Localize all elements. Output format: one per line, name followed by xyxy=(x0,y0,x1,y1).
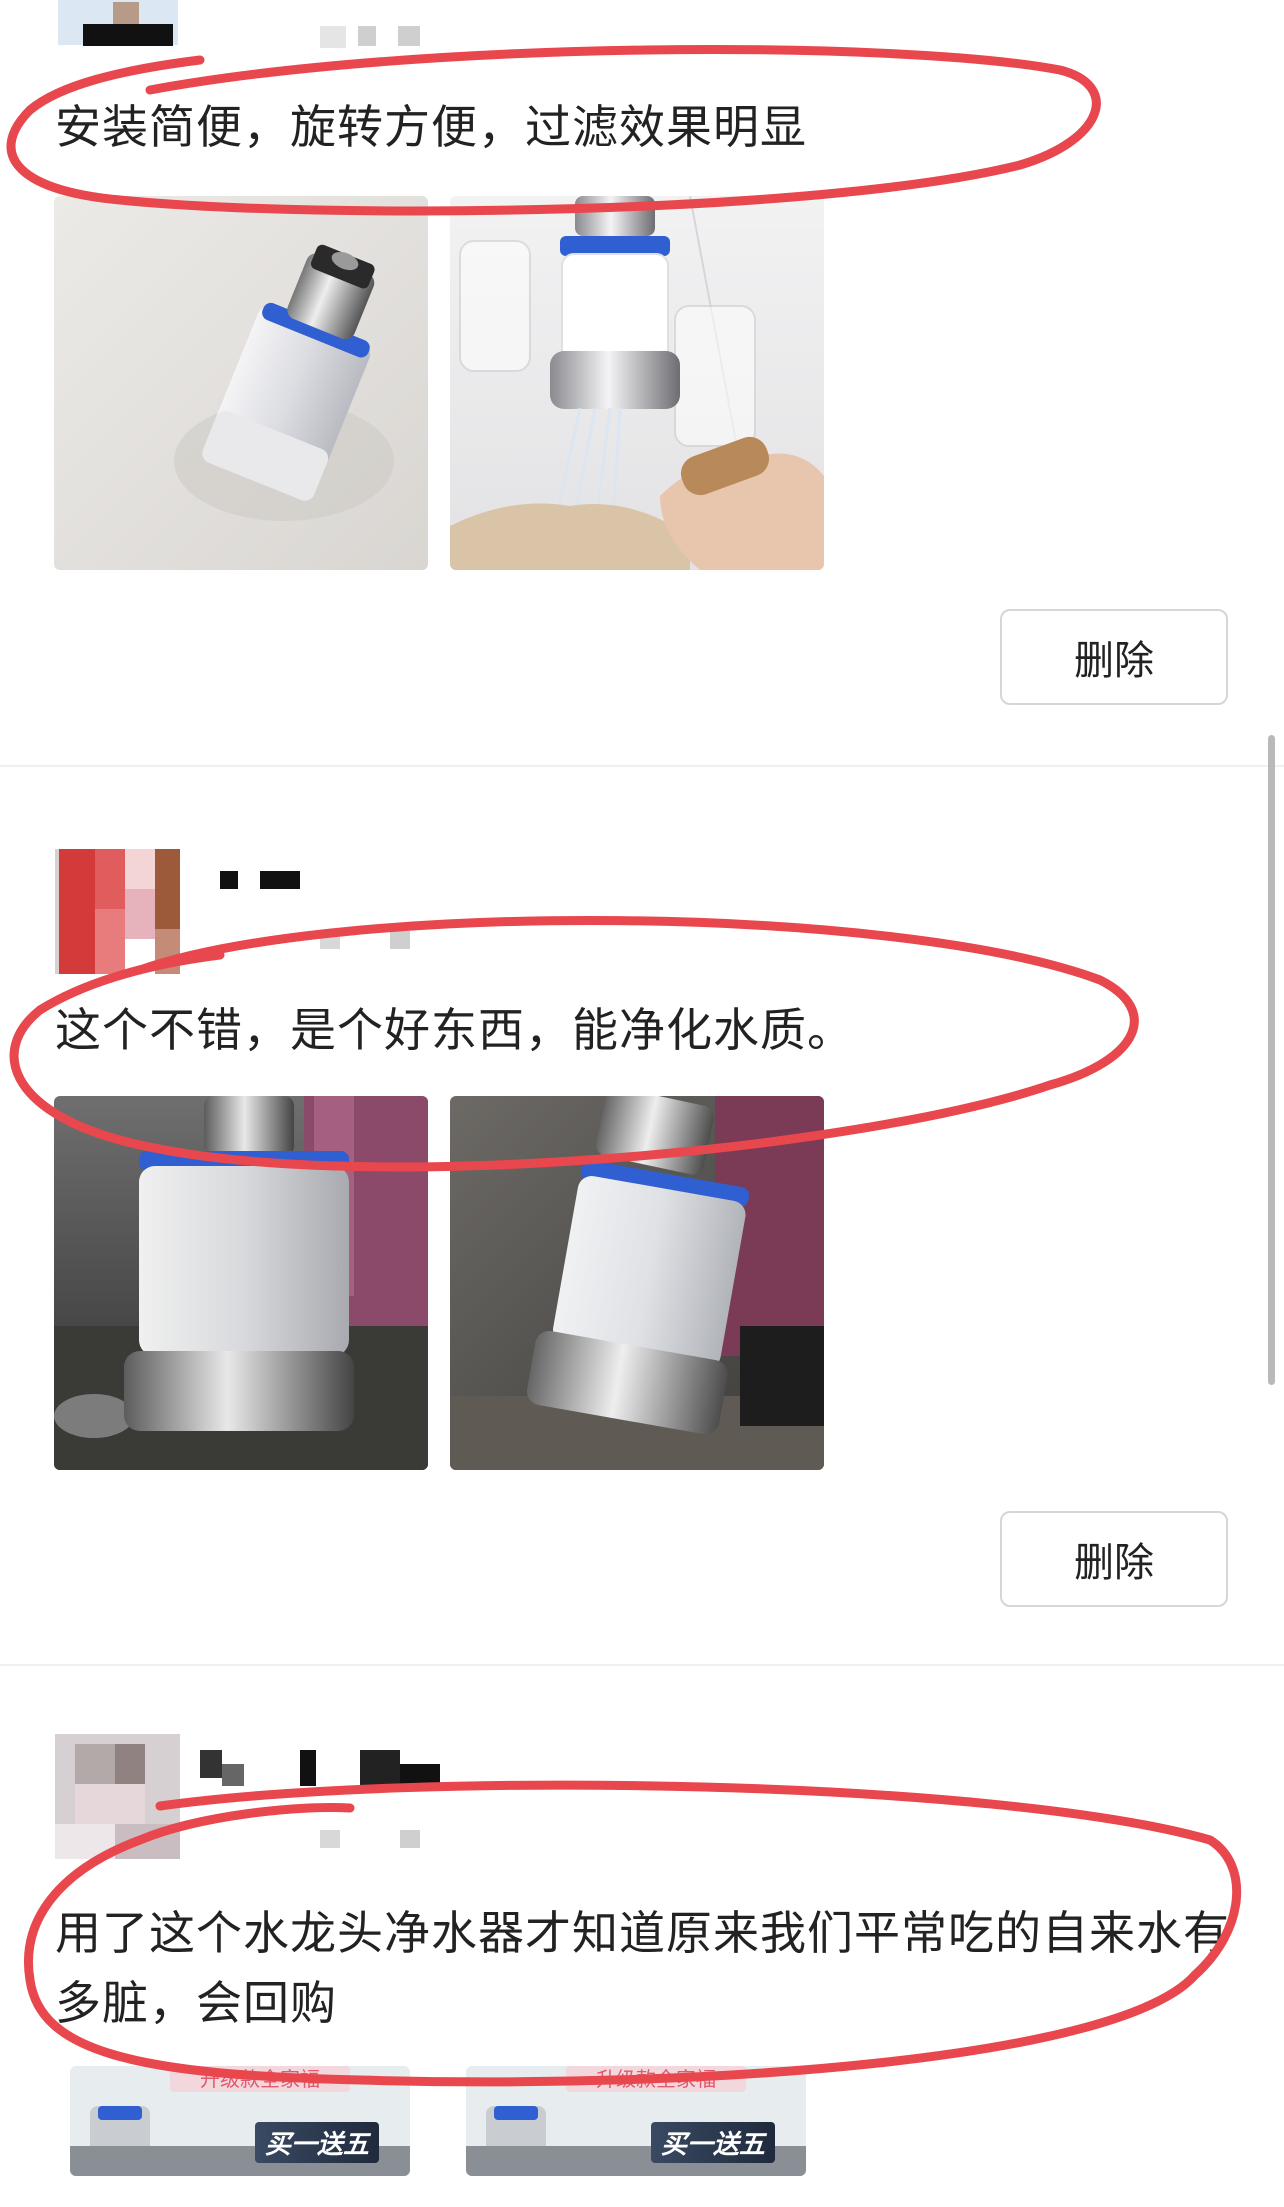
review-card: 用了这个水龙头净水器才知道原来我们平常吃的自来水有多脏，会回购 升级款全家福 买… xyxy=(0,1666,1284,2207)
review-photo[interactable] xyxy=(54,196,428,570)
review-comment: 用了这个水龙头净水器才知道原来我们平常吃的自来水有多脏，会回购 xyxy=(55,1906,1230,2030)
review-photo[interactable]: 升级款全家福 买一送五 xyxy=(70,2066,410,2176)
promo-tag: 买一送五 xyxy=(651,2122,776,2163)
promo-tag: 买一送五 xyxy=(255,2122,380,2163)
avatar xyxy=(55,1734,180,1859)
review-card: 安装简便，旋转方便，过滤效果明显 删除 xyxy=(0,0,1284,765)
svg-text:升级款全家福: 升级款全家福 xyxy=(200,2067,320,2091)
svg-text:升级款全家福: 升级款全家福 xyxy=(596,2067,716,2091)
review-photo[interactable]: 升级款全家福 买一送五 xyxy=(466,2066,806,2176)
scrollbar[interactable] xyxy=(1268,735,1275,1385)
avatar xyxy=(55,849,180,974)
review-card: 这个不错，是个好东西，能净化水质。 删除 xyxy=(0,767,1284,1664)
delete-button[interactable]: 删除 xyxy=(1000,609,1228,705)
review-photo[interactable] xyxy=(450,196,824,570)
delete-button[interactable]: 删除 xyxy=(1000,1511,1228,1607)
review-photo[interactable] xyxy=(54,1096,428,1470)
review-comment: 这个不错，是个好东西，能净化水质。 xyxy=(55,1003,854,1057)
review-comment: 安装简便，旋转方便，过滤效果明显 xyxy=(55,100,807,154)
review-photo[interactable] xyxy=(450,1096,824,1470)
